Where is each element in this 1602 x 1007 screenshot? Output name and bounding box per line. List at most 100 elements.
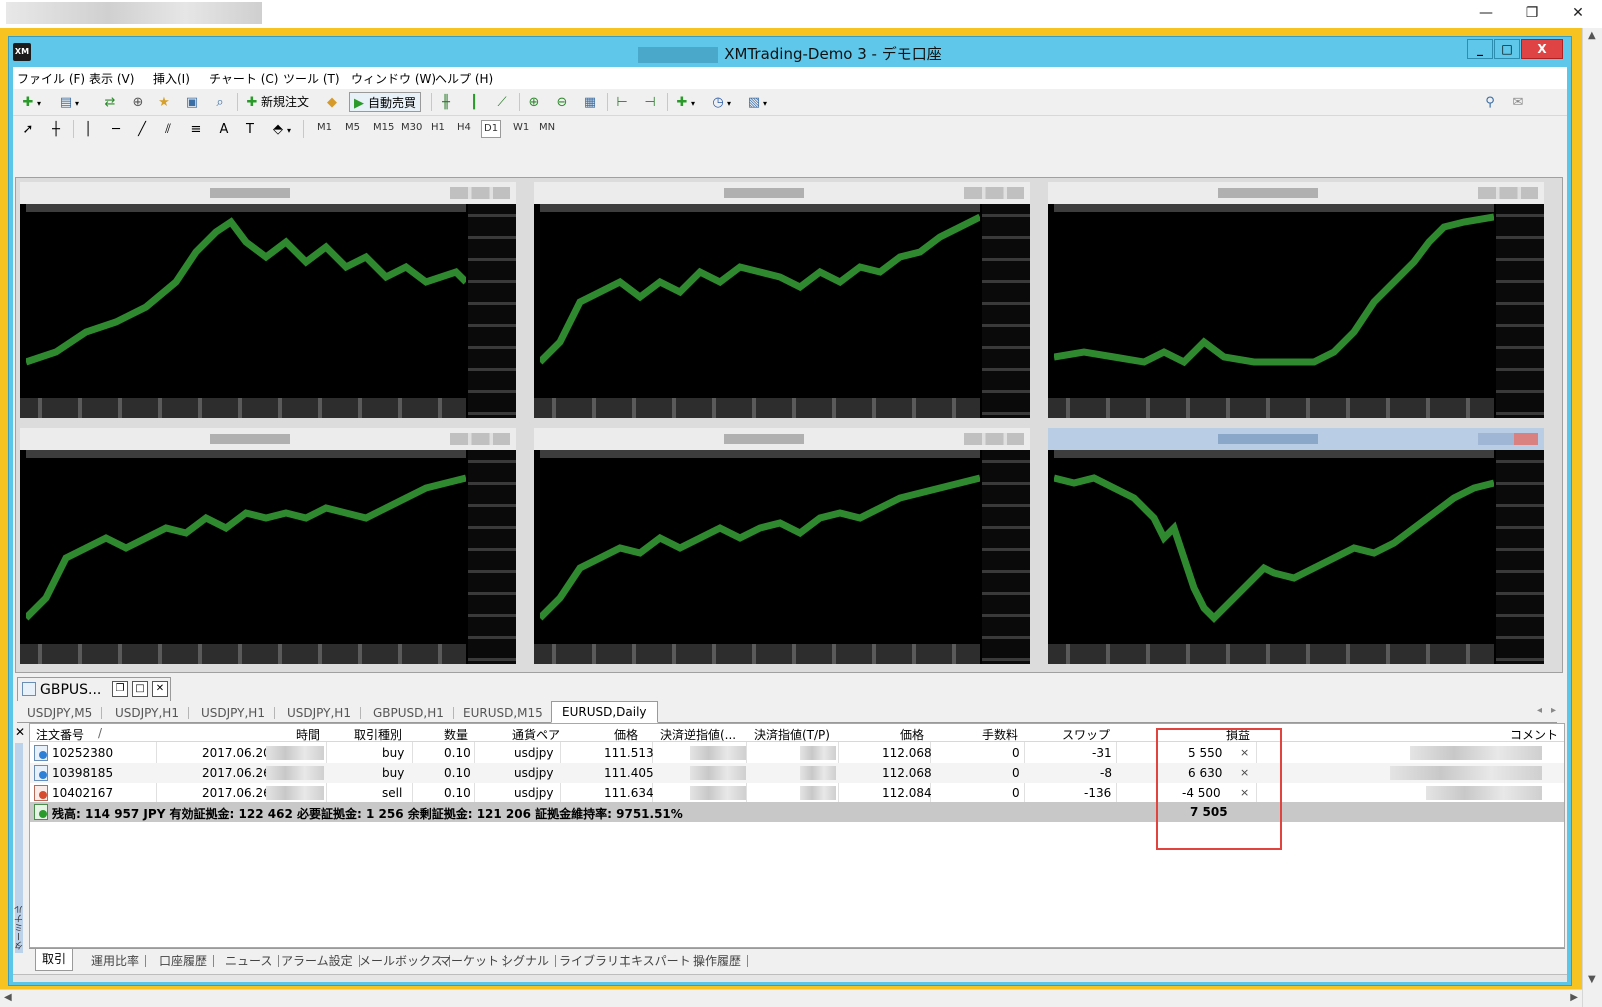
text-tool[interactable]: A	[215, 119, 233, 139]
menu-view[interactable]: 表示 (V)	[89, 70, 134, 87]
tabs-scroll-right-icon[interactable]: ▸	[1551, 705, 1556, 716]
metaeditor-button[interactable]: ◆	[323, 92, 341, 112]
tab-account-history[interactable]: 口座履歴	[153, 951, 215, 971]
scroll-up-icon[interactable]: ▲	[1588, 30, 1596, 41]
col-order[interactable]: 注文番号	[36, 726, 84, 743]
timeframe-m30[interactable]: M30	[401, 122, 422, 133]
timeframe-m15[interactable]: M15	[373, 122, 394, 133]
close-window-button[interactable]: ✕	[152, 681, 168, 697]
chart-window[interactable]	[20, 428, 516, 664]
chart-tab[interactable]: EURUSD,M15	[453, 703, 553, 723]
timeframe-m1[interactable]: M1	[317, 122, 332, 133]
vertical-line-tool[interactable]: │	[79, 119, 97, 139]
chart-tab[interactable]: USDJPY,H1	[105, 703, 189, 723]
tab-journal[interactable]: 操作履歴	[687, 951, 749, 971]
fibonacci-tool[interactable]: ≡	[187, 119, 205, 139]
col-size[interactable]: 数量	[444, 726, 468, 743]
app-close-button[interactable]: X	[1521, 39, 1563, 59]
auto-trading-button[interactable]: ▶ 自動売買	[349, 92, 422, 112]
table-row[interactable]: 10252380 2017.06.20 buy 0.10 usdjpy 111.…	[30, 743, 1564, 763]
chart-tab[interactable]: USDJPY,H1	[191, 703, 275, 723]
navigator-button[interactable]: ★	[155, 92, 173, 112]
chart-tab[interactable]: GBPUSD,H1	[363, 703, 454, 723]
col-swap[interactable]: スワップ	[1062, 726, 1110, 743]
new-order-button[interactable]: ✚ 新規注文	[243, 92, 309, 112]
chart-plot[interactable]	[26, 212, 466, 396]
chart-window-controls[interactable]	[964, 433, 1024, 445]
menu-window[interactable]: ウィンドウ (W)	[351, 70, 436, 87]
search-button[interactable]: ⚲	[1481, 92, 1499, 112]
timeframe-m5[interactable]: M5	[345, 122, 360, 133]
autoscroll-button[interactable]: ⊢	[613, 92, 631, 112]
chart-tab[interactable]: USDJPY,M5	[17, 703, 103, 723]
bar-chart-button[interactable]: ╫	[437, 92, 455, 112]
host-minimize-button[interactable]: —	[1464, 2, 1508, 24]
chart-window-controls[interactable]	[1478, 433, 1538, 445]
host-close-button[interactable]: ✕	[1556, 2, 1600, 24]
timeframe-h1[interactable]: H1	[431, 122, 445, 133]
chart-window[interactable]	[534, 182, 1030, 418]
col-stop-loss[interactable]: 決済逆指値(...	[660, 726, 736, 743]
col-commission[interactable]: 手数料	[982, 726, 1018, 743]
chart-window-controls[interactable]	[450, 187, 510, 199]
minimized-chart-window[interactable]: GBPUS... ❐ □ ✕	[17, 677, 171, 701]
timeframe-w1[interactable]: W1	[513, 122, 529, 133]
chart-plot[interactable]	[540, 458, 980, 642]
table-row[interactable]: 10398185 2017.06.26 buy 0.10 usdjpy 111.…	[30, 763, 1564, 783]
terminal-close-icon[interactable]: ✕	[15, 725, 25, 739]
indicators-button[interactable]: ✚ ▾	[673, 92, 695, 112]
timeframe-h4[interactable]: H4	[457, 122, 471, 133]
menu-chart[interactable]: チャート (C)	[209, 70, 278, 87]
chart-shift-button[interactable]: ⊣	[641, 92, 659, 112]
tabs-scroll-left-icon[interactable]: ◂	[1537, 705, 1542, 716]
trendline-tool[interactable]: ╱	[133, 119, 151, 139]
zoom-out-button[interactable]: ⊖	[553, 92, 571, 112]
chart-window-controls[interactable]	[1478, 187, 1538, 199]
market-watch-button[interactable]: ⇄	[101, 92, 119, 112]
chart-plot[interactable]	[1054, 212, 1494, 396]
col-take-profit[interactable]: 決済指値(T/P)	[754, 726, 830, 743]
cursor-tool[interactable]: ➚	[19, 119, 37, 139]
chart-window-controls[interactable]	[450, 433, 510, 445]
new-chart-button[interactable]: ✚ ▾	[19, 92, 41, 112]
terminal-button[interactable]: ▣	[183, 92, 201, 112]
restore-window-button[interactable]: ❐	[112, 681, 128, 697]
col-price[interactable]: 価格	[614, 726, 638, 743]
app-minimize-button[interactable]: _	[1467, 39, 1493, 59]
menu-insert[interactable]: 挿入(I)	[153, 70, 190, 87]
candlestick-button[interactable]: ┃	[465, 92, 483, 112]
tab-trade[interactable]: 取引	[35, 949, 74, 971]
tab-alerts[interactable]: アラーム設定	[275, 951, 360, 971]
tester-button[interactable]: ⌕	[211, 92, 229, 112]
zoom-in-button[interactable]: ⊕	[525, 92, 543, 112]
chart-window-controls[interactable]	[964, 187, 1024, 199]
col-type[interactable]: 取引種別	[354, 726, 402, 743]
tile-windows-button[interactable]: ▦	[581, 92, 599, 112]
host-horizontal-scrollbar[interactable]: ◀ ▶	[0, 989, 1582, 1007]
tab-experts[interactable]: エキスパート	[613, 951, 698, 971]
scroll-left-icon[interactable]: ◀	[4, 992, 12, 1003]
line-chart-button[interactable]: ⟋	[493, 92, 511, 112]
timeframe-d1[interactable]: D1	[481, 120, 502, 138]
tab-exposure[interactable]: 運用比率	[85, 951, 147, 971]
col-current-price[interactable]: 価格	[900, 726, 924, 743]
chat-button[interactable]: ✉	[1509, 92, 1527, 112]
table-row[interactable]: 10402167 2017.06.26 sell 0.10 usdjpy 111…	[30, 783, 1564, 803]
host-restore-button[interactable]: ❐	[1510, 2, 1554, 24]
periods-button[interactable]: ◷ ▾	[709, 92, 731, 112]
data-window-button[interactable]: ⊕	[129, 92, 147, 112]
chart-window[interactable]	[534, 428, 1030, 664]
maximize-window-button[interactable]: □	[132, 681, 148, 697]
menu-tools[interactable]: ツール (T)	[283, 70, 340, 87]
scroll-right-icon[interactable]: ▶	[1570, 992, 1578, 1003]
crosshair-tool[interactable]: ┼	[47, 119, 65, 139]
templates-button[interactable]: ▧ ▾	[745, 92, 767, 112]
text-label-tool[interactable]: T	[241, 119, 259, 139]
timeframe-mn[interactable]: MN	[539, 122, 555, 133]
equidistant-channel-tool[interactable]: ⫽	[159, 119, 177, 139]
scroll-down-icon[interactable]: ▼	[1588, 974, 1596, 985]
col-symbol[interactable]: 通貨ペア	[512, 726, 560, 743]
tab-news[interactable]: ニュース	[219, 951, 280, 971]
arrows-tool[interactable]: ⬘ ▾	[269, 119, 291, 139]
chart-window[interactable]	[20, 182, 516, 418]
